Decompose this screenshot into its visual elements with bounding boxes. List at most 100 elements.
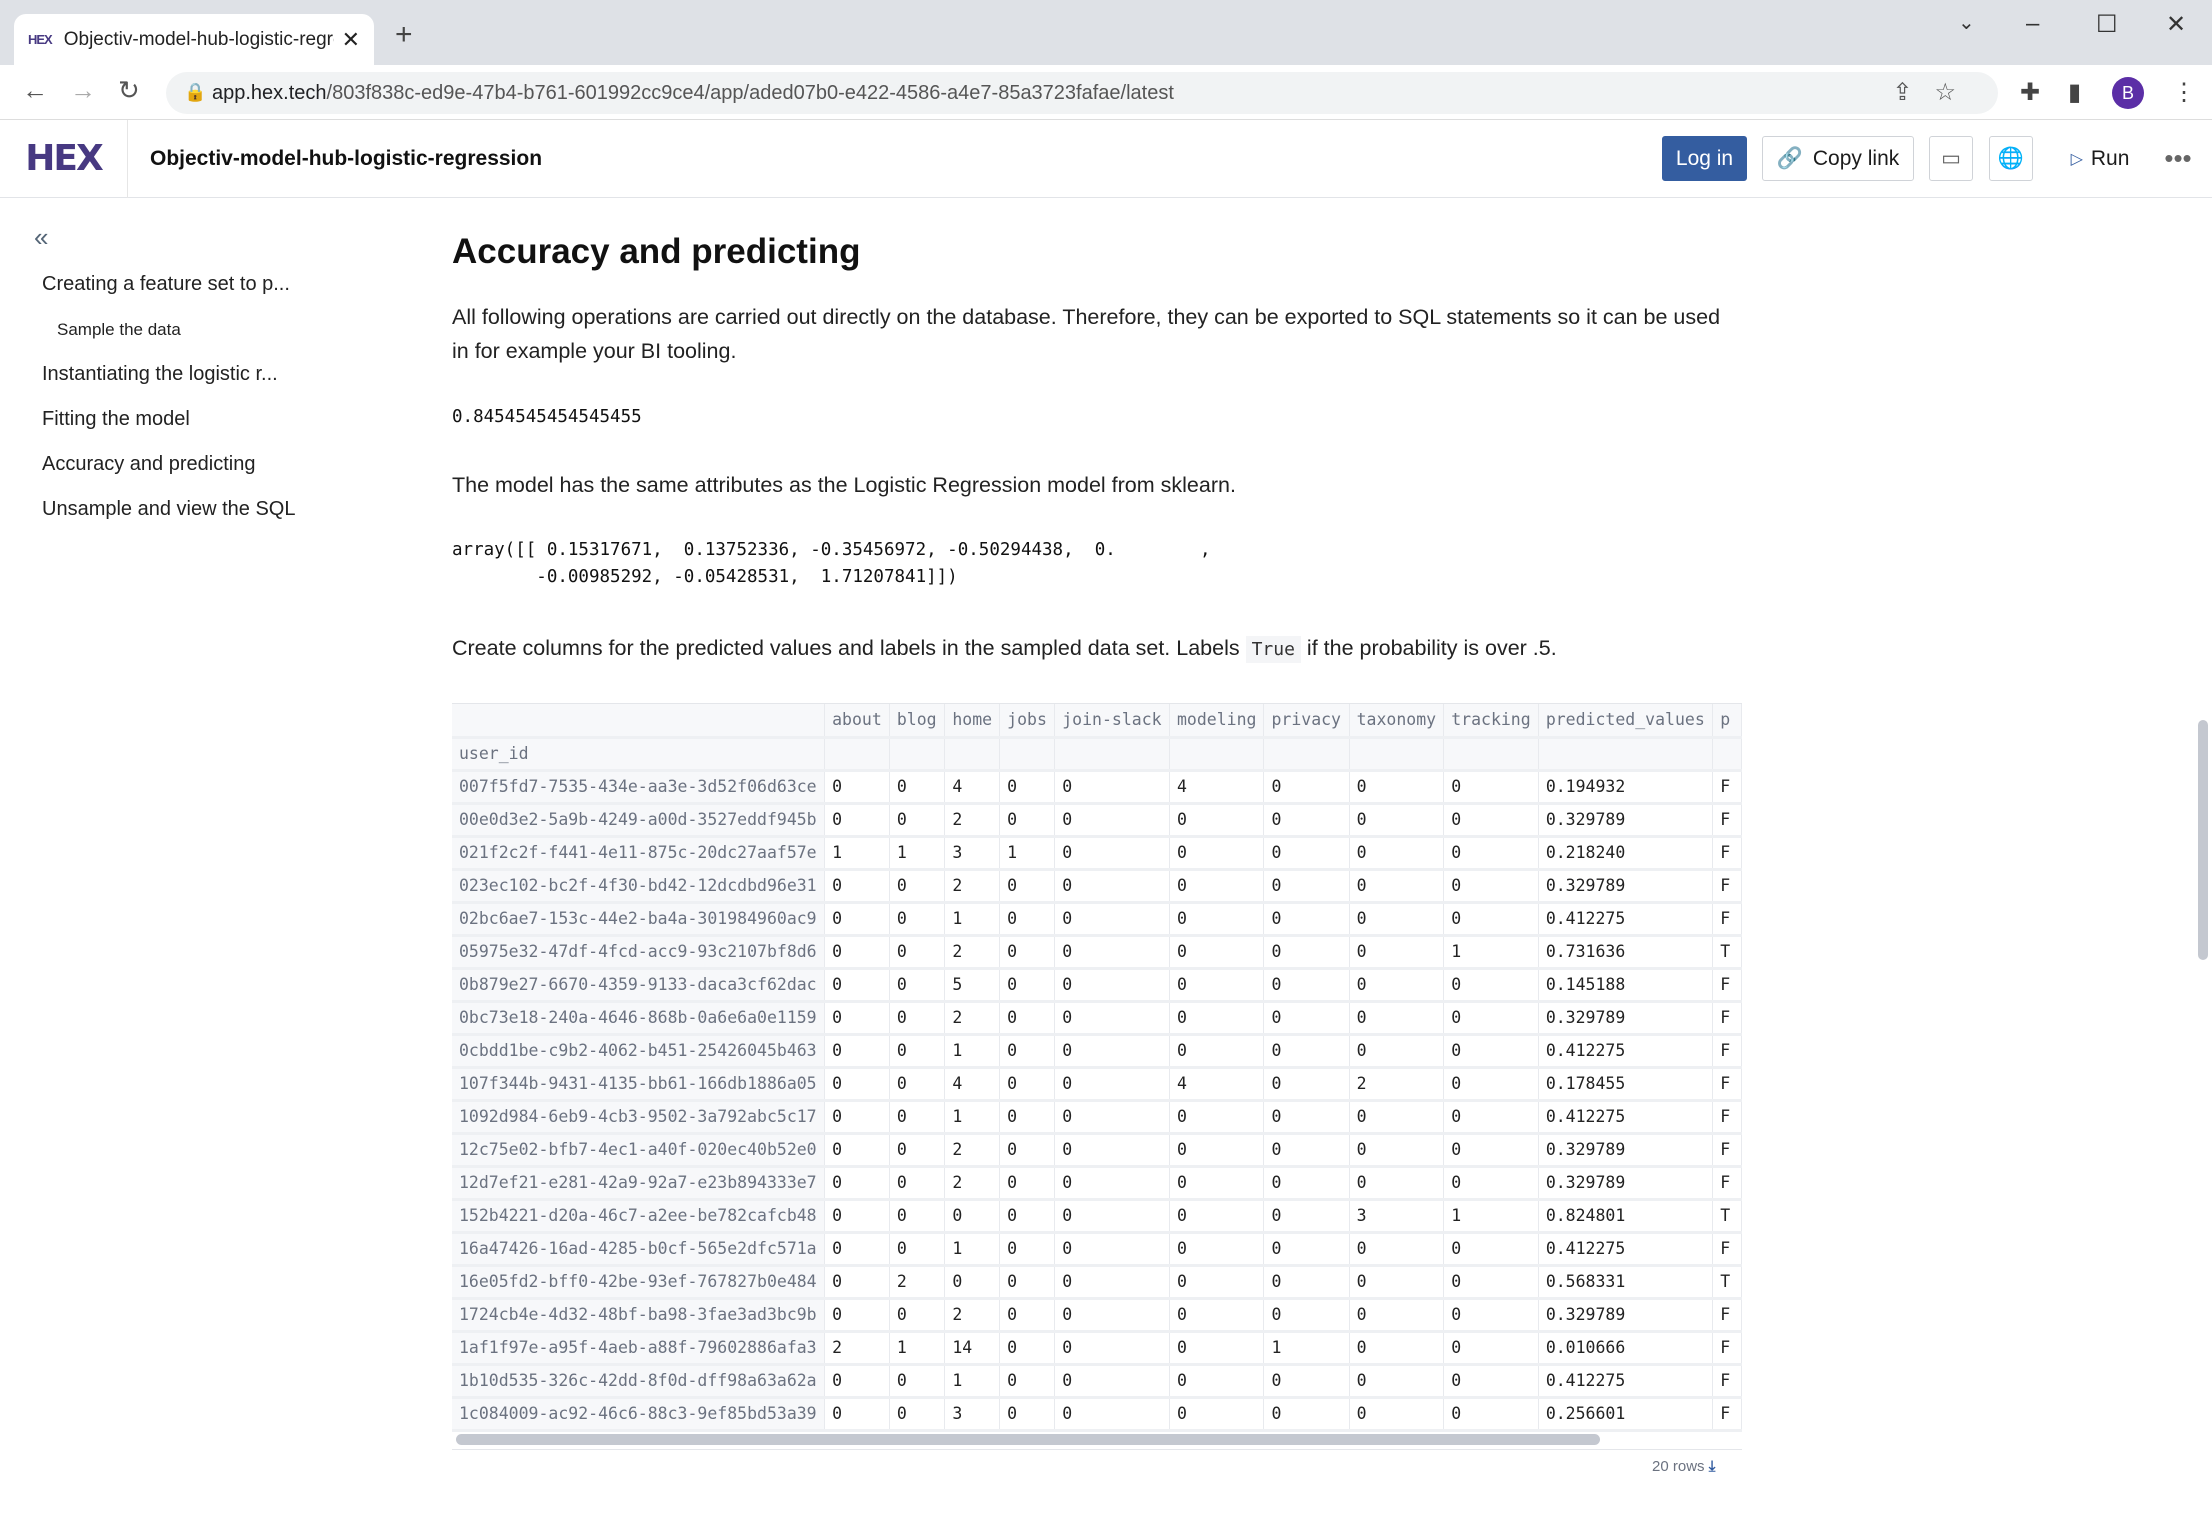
table-cell: 0 xyxy=(1443,1001,1539,1036)
column-header[interactable]: home xyxy=(944,704,1001,739)
table-cell: 0 xyxy=(1349,1298,1445,1333)
table-cell: 0 xyxy=(889,902,946,937)
schedule-button[interactable]: 🌐 xyxy=(1989,136,2033,181)
column-header[interactable]: blog xyxy=(889,704,946,739)
column-header[interactable]: about xyxy=(824,704,890,739)
table-cell: 0 xyxy=(999,1265,1056,1300)
table-cell: 0 xyxy=(889,1100,946,1135)
table-cell: 0 xyxy=(824,1232,890,1267)
minimize-icon[interactable]: – xyxy=(2026,10,2039,38)
table-cell: 0 xyxy=(999,1166,1056,1201)
table-cell: 0 xyxy=(1443,902,1539,937)
table-cell: 0 xyxy=(999,1034,1056,1069)
vertical-scrollbar[interactable] xyxy=(2198,720,2208,960)
sidebar-item[interactable]: Fitting the model xyxy=(42,408,190,431)
table-row: 1c084009-ac92-46c6-88c3-9ef85bd53a39 0 0 3 0… xyxy=(452,1397,1742,1432)
browser-tab[interactable]: HEX Objectiv-model-hub-logistic-regressi… xyxy=(14,14,374,65)
table-row: 0b879e27-6670-4359-9133-daca3cf62dac 0 0 5 0… xyxy=(452,968,1742,1003)
table-cell: 0 xyxy=(824,1133,890,1168)
coef-output-line: array([[ 0.15317671, 0.13752336, -0.3545… xyxy=(452,540,1211,560)
table-cell: 0 xyxy=(1349,1034,1445,1069)
close-tab-icon[interactable]: ✕ xyxy=(342,27,360,53)
table-cell: 0 xyxy=(1169,1232,1265,1267)
table-cell: 3 xyxy=(944,836,1001,871)
table-cell: 0.731636 xyxy=(1538,935,1714,970)
copy-link-button[interactable]: 🔗 Copy link xyxy=(1762,136,1914,181)
table-cell: 0 xyxy=(1054,1166,1170,1201)
table-cell: 0 xyxy=(1349,1001,1445,1036)
sidebar-item[interactable]: Creating a feature set to p... xyxy=(42,273,290,296)
column-header[interactable]: taxonomy xyxy=(1349,704,1445,739)
table-cell: 0 xyxy=(1263,935,1350,970)
column-header[interactable]: predicted_values xyxy=(1538,704,1714,739)
row-index-cell: 152b4221-d20a-46c7-a2ee-be782cafcb48 xyxy=(452,1199,826,1234)
table-row: 0cbdd1be-c9b2-4062-b451-25426045b463 0 0 1 0… xyxy=(452,1034,1742,1069)
login-button[interactable]: Log in xyxy=(1662,136,1747,181)
hex-logo[interactable]: HEX xyxy=(0,119,128,198)
table-cell: 0 xyxy=(999,1133,1056,1168)
table-cell: 0 xyxy=(889,1034,946,1069)
sidebar-item[interactable]: Sample the data xyxy=(57,320,181,340)
column-header[interactable]: privacy xyxy=(1263,704,1350,739)
row-index-cell: 16e05fd2-bff0-42be-93ef-767827b0e484 xyxy=(452,1265,826,1300)
table-cell: 0 xyxy=(1263,1397,1350,1432)
extensions-icon[interactable]: ✚ xyxy=(2020,78,2040,107)
hex-favicon-icon: HEX xyxy=(28,32,53,47)
share-icon[interactable]: ⇪ xyxy=(1892,79,1934,106)
table-cell: 0 xyxy=(889,803,946,838)
side-panel-icon[interactable]: ▮ xyxy=(2068,78,2081,107)
run-button[interactable]: ▷ Run xyxy=(2060,136,2140,181)
back-icon[interactable]: ← xyxy=(22,75,48,106)
table-cell: 0 xyxy=(824,935,890,970)
row-index-cell: 1c084009-ac92-46c6-88c3-9ef85bd53a39 xyxy=(452,1397,826,1432)
table-cell: 0 xyxy=(1443,1265,1539,1300)
table-cell: F xyxy=(1712,1133,1742,1168)
column-header[interactable]: join-slack xyxy=(1054,704,1170,739)
table-cell: 0.329789 xyxy=(1538,1001,1714,1036)
table-cell: 0 xyxy=(889,869,946,904)
table-cell: F xyxy=(1712,770,1742,805)
sidebar-item[interactable]: Unsample and view the SQL xyxy=(42,498,295,521)
table-cell: 0 xyxy=(1054,1232,1170,1267)
more-options-icon[interactable]: ••• xyxy=(2158,136,2198,181)
tab-search-chevron-icon[interactable]: ⌄ xyxy=(1958,10,1975,35)
table-cell: F xyxy=(1712,1001,1742,1036)
browser-menu-icon[interactable]: ⋮ xyxy=(2172,78,2196,107)
table-cell: 0.412275 xyxy=(1538,1034,1714,1069)
table-cell: 3 xyxy=(944,1397,1001,1432)
sidebar-item[interactable]: Accuracy and predicting xyxy=(42,453,255,476)
close-window-icon[interactable]: ✕ xyxy=(2166,10,2186,39)
table-cell: 0 xyxy=(1349,935,1445,970)
table-cell: 0 xyxy=(1054,1199,1170,1234)
table-cell: 0.412275 xyxy=(1538,1100,1714,1135)
horizontal-scrollbar[interactable] xyxy=(456,1434,1600,1445)
table-cell: 0 xyxy=(999,1001,1056,1036)
table-cell: F xyxy=(1712,1034,1742,1069)
sidebar-item[interactable]: Instantiating the logistic r... xyxy=(42,363,278,386)
table-cell: 1 xyxy=(889,1331,946,1366)
dataframe-table[interactable]: about blog home jobs join-slack modeling priva… xyxy=(452,703,1742,1443)
table-cell: 0 xyxy=(824,1001,890,1036)
accuracy-output: 0.8454545454545455 xyxy=(452,407,642,427)
reload-icon[interactable]: ↻ xyxy=(118,75,140,106)
url-input[interactable]: 🔒 app.hex.tech/803f838c-ed9e-47b4-b761-6… xyxy=(166,72,1998,114)
new-tab-icon[interactable]: + xyxy=(395,18,413,52)
table-cell: 0 xyxy=(999,803,1056,838)
download-icon[interactable]: ⤓ xyxy=(1709,1458,1716,1475)
profile-avatar[interactable]: B xyxy=(2112,77,2144,109)
row-index-cell: 0cbdd1be-c9b2-4062-b451-25426045b463 xyxy=(452,1034,826,1069)
column-header[interactable]: tracking xyxy=(1443,704,1539,739)
bookmark-star-icon[interactable]: ☆ xyxy=(1934,79,1978,106)
row-index-cell: 1724cb4e-4d32-48bf-ba98-3fae3ad3bc9b xyxy=(452,1298,826,1333)
table-cell: F xyxy=(1712,836,1742,871)
snapshot-button[interactable]: ▭ xyxy=(1929,136,1973,181)
table-cell: 0.568331 xyxy=(1538,1265,1714,1300)
forward-icon[interactable]: → xyxy=(70,75,96,106)
table-cell: 2 xyxy=(944,935,1001,970)
collapse-sidebar-icon[interactable]: « xyxy=(34,222,48,253)
column-header[interactable]: p xyxy=(1712,704,1742,739)
maximize-icon[interactable]: ☐ xyxy=(2096,10,2118,39)
column-header[interactable]: modeling xyxy=(1169,704,1265,739)
column-header[interactable]: jobs xyxy=(999,704,1056,739)
camera-icon: ▭ xyxy=(1941,147,1961,170)
